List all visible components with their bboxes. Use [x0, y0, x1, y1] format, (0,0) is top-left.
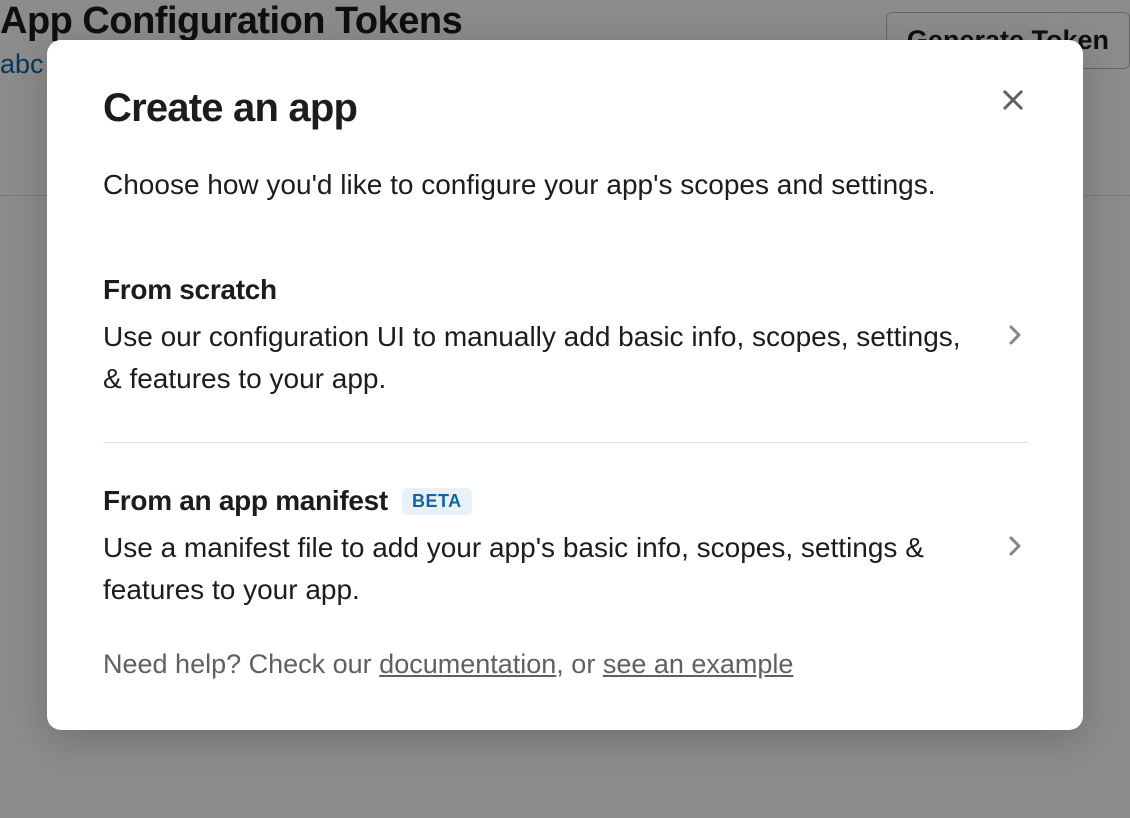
option-content: From scratch Use our configuration UI to…: [103, 274, 1003, 400]
option-description: Use our configuration UI to manually add…: [103, 316, 963, 400]
chevron-right-icon: [1003, 534, 1027, 563]
option-title-row: From an app manifest BETA: [103, 485, 963, 517]
option-title-row: From scratch: [103, 274, 963, 306]
documentation-link[interactable]: documentation: [379, 649, 556, 679]
help-prefix: Need help? Check our: [103, 649, 379, 679]
create-app-modal: Create an app Choose how you'd like to c…: [47, 40, 1083, 730]
close-icon: [999, 86, 1027, 114]
option-divider: [103, 442, 1027, 443]
modal-subtitle: Choose how you'd like to configure your …: [103, 165, 1027, 204]
option-content: From an app manifest BETA Use a manifest…: [103, 485, 1003, 611]
option-title: From an app manifest: [103, 485, 388, 517]
chevron-right-icon: [1003, 323, 1027, 352]
option-description: Use a manifest file to add your app's ba…: [103, 527, 963, 611]
option-title: From scratch: [103, 274, 277, 306]
help-text: Need help? Check our documentation, or s…: [103, 649, 1027, 680]
see-example-link[interactable]: see an example: [603, 649, 794, 679]
beta-badge: BETA: [402, 488, 472, 515]
option-from-manifest[interactable]: From an app manifest BETA Use a manifest…: [103, 485, 1027, 611]
option-from-scratch[interactable]: From scratch Use our configuration UI to…: [103, 274, 1027, 400]
modal-title: Create an app: [103, 86, 1027, 131]
modal-overlay: Create an app Choose how you'd like to c…: [0, 0, 1130, 818]
help-middle: , or: [556, 649, 603, 679]
close-button[interactable]: [999, 86, 1027, 114]
